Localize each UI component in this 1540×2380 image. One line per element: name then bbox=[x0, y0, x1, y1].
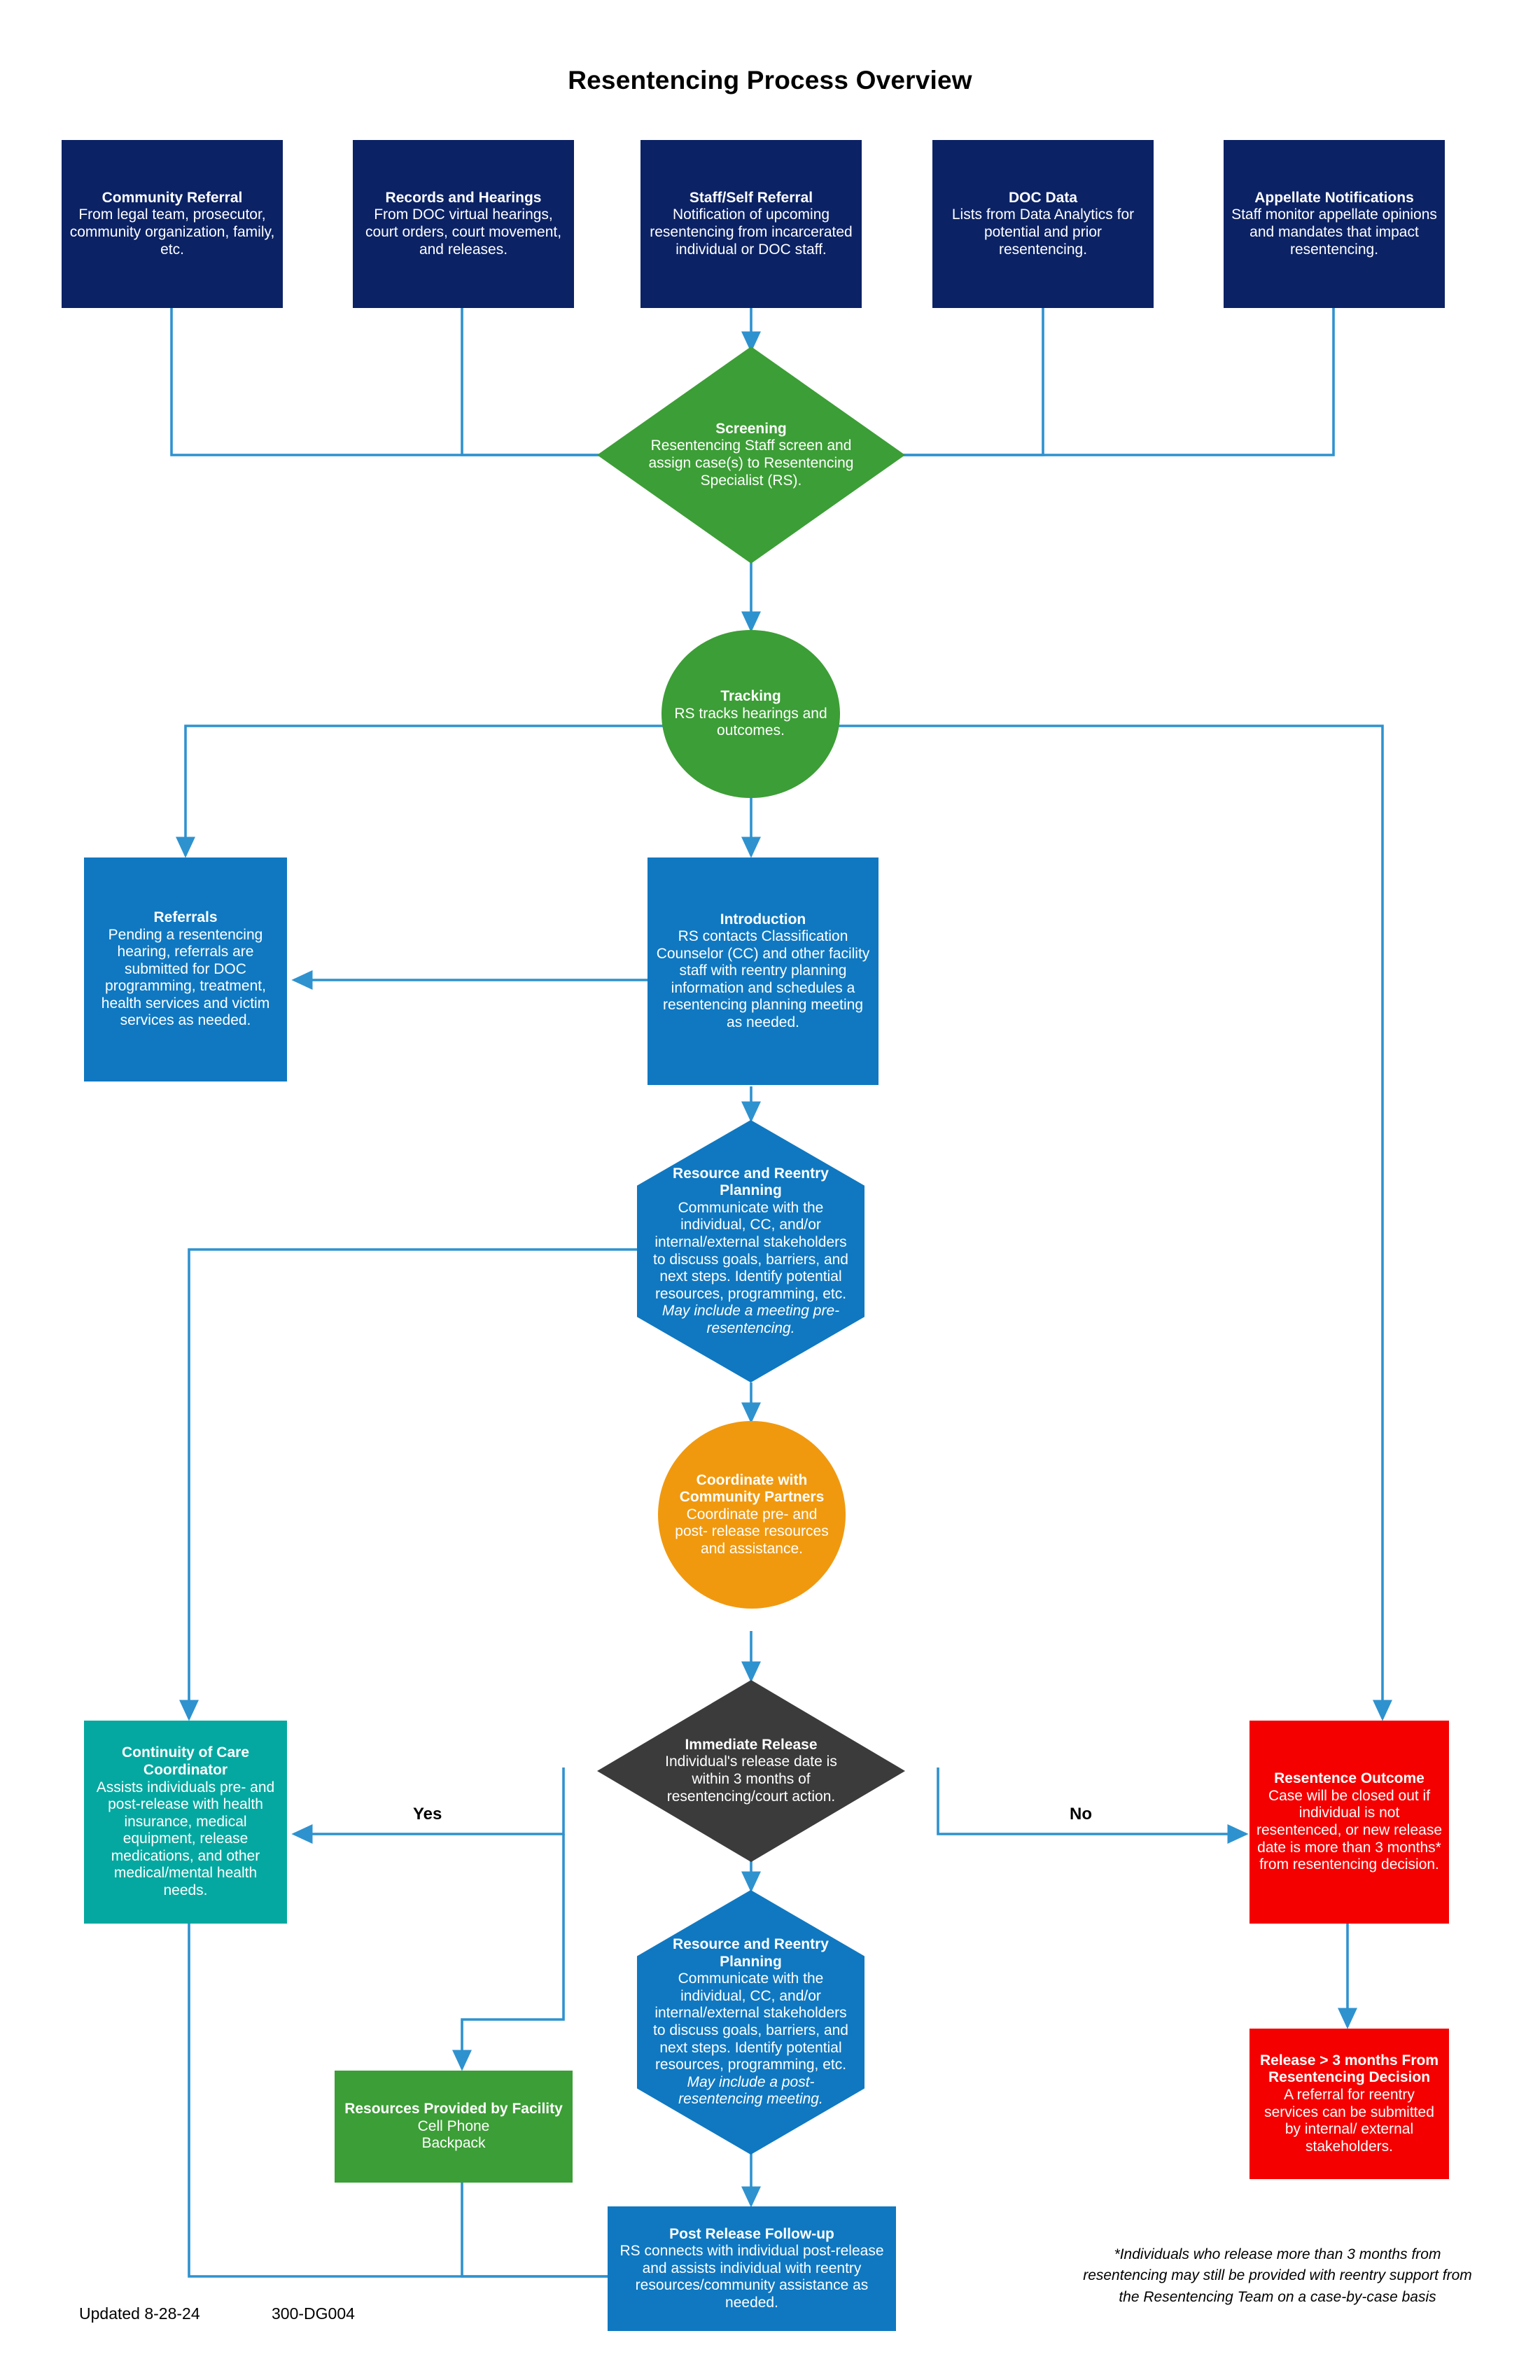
node-body: RS connects with individual post-release… bbox=[620, 2243, 884, 2311]
node-title: Staff/Self Referral bbox=[689, 189, 813, 206]
flowchart-canvas: Resentencing Process Overview Community … bbox=[0, 0, 1540, 2380]
node-resources-provided-by-facility[interactable]: Resources Provided by Facility Cell Phon… bbox=[335, 2071, 573, 2183]
node-community-referral[interactable]: Community Referral From legal team, pros… bbox=[62, 140, 283, 308]
node-title: Release > 3 months From Resentencing Dec… bbox=[1259, 2052, 1438, 2086]
page-title: Resentencing Process Overview bbox=[568, 66, 972, 94]
node-body: From DOC virtual hearings, court orders,… bbox=[365, 206, 562, 258]
node-body: RS contacts Classification Counselor (CC… bbox=[656, 928, 870, 1030]
node-body: A referral for reentry services can be s… bbox=[1264, 2086, 1434, 2155]
node-title: Referrals bbox=[153, 909, 218, 926]
footnote: *Individuals who release more than 3 mon… bbox=[1083, 2246, 1472, 2305]
document-id: 300-DG004 bbox=[272, 2304, 355, 2323]
node-body: Communicate with the individual, CC, and… bbox=[653, 1199, 848, 1336]
node-introduction[interactable]: Introduction RS contacts Classification … bbox=[648, 858, 878, 1085]
node-body-italic: May include a meeting pre-resentencing. bbox=[662, 1303, 840, 1336]
node-body: Communicate with the individual, CC, and… bbox=[653, 1970, 848, 2108]
node-title: Resources Provided by Facility bbox=[344, 2101, 563, 2118]
node-title: Immediate Release bbox=[685, 1736, 818, 1753]
node-body-line1: Cell Phone bbox=[417, 2118, 490, 2134]
node-body: Assists individuals pre- and post-releas… bbox=[96, 1779, 275, 1898]
node-body: Case will be closed out if individual is… bbox=[1256, 1787, 1442, 1873]
node-title: Appellate Notifications bbox=[1254, 189, 1414, 206]
branch-label-yes: Yes bbox=[413, 1805, 442, 1823]
node-title: Records and Hearings bbox=[385, 189, 542, 206]
node-title: Post Release Follow-up bbox=[669, 2225, 834, 2242]
node-title: Continuity of Care Coordinator bbox=[122, 1744, 249, 1779]
node-body: Individual's release date is within 3 mo… bbox=[665, 1754, 837, 1805]
node-title: Tracking bbox=[720, 688, 781, 705]
node-title: Resource and Reentry Planning bbox=[673, 1936, 829, 1970]
node-title: Coordinate with Community Partners bbox=[679, 1471, 825, 1506]
branch-label-no: No bbox=[1070, 1805, 1092, 1823]
node-resentence-outcome[interactable]: Resentence Outcome Case will be closed o… bbox=[1250, 1721, 1449, 1924]
node-body: Coordinate pre- and post- release resour… bbox=[675, 1506, 829, 1557]
node-body: From legal team, prosecutor, community o… bbox=[69, 206, 275, 258]
node-doc-data[interactable]: DOC Data Lists from Data Analytics for p… bbox=[932, 140, 1154, 308]
node-title: Introduction bbox=[720, 911, 806, 927]
node-coordinate-community-partners[interactable]: Coordinate with Community Partners Coord… bbox=[658, 1421, 846, 1609]
node-body: Pending a resentencing hearing, referral… bbox=[101, 926, 270, 1029]
node-title: Resource and Reentry Planning bbox=[673, 1165, 829, 1199]
node-body: Lists from Data Analytics for potential … bbox=[951, 206, 1135, 258]
node-appellate-notifications[interactable]: Appellate Notifications Staff monitor ap… bbox=[1224, 140, 1445, 308]
node-title: DOC Data bbox=[1008, 189, 1078, 206]
node-body-line2: Backpack bbox=[421, 2135, 486, 2152]
node-post-release-follow-up[interactable]: Post Release Follow-up RS connects with … bbox=[608, 2206, 896, 2331]
node-title: Community Referral bbox=[102, 189, 243, 206]
node-body: Notification of upcoming resentencing fr… bbox=[650, 206, 853, 258]
node-staff-self-referral[interactable]: Staff/Self Referral Notification of upco… bbox=[640, 140, 862, 308]
node-title: Resentence Outcome bbox=[1274, 1770, 1424, 1787]
node-continuity-of-care-coordinator[interactable]: Continuity of Care Coordinator Assists i… bbox=[84, 1721, 287, 1924]
node-body: Resentencing Staff screen and assign cas… bbox=[648, 438, 854, 489]
updated-date: Updated 8-28-24 bbox=[79, 2304, 200, 2323]
node-referrals[interactable]: Referrals Pending a resentencing hearing… bbox=[84, 858, 287, 1082]
node-body-italic: May include a post-resentencing meeting. bbox=[678, 2073, 823, 2108]
node-body: Staff monitor appellate opinions and man… bbox=[1231, 206, 1437, 258]
node-records-and-hearings[interactable]: Records and Hearings From DOC virtual he… bbox=[353, 140, 574, 308]
node-body: RS tracks hearings and outcomes. bbox=[674, 705, 827, 739]
node-tracking[interactable]: Tracking RS tracks hearings and outcomes… bbox=[662, 630, 840, 798]
node-release-over-3-months[interactable]: Release > 3 months From Resentencing Dec… bbox=[1250, 2029, 1449, 2179]
node-title: Screening bbox=[715, 420, 787, 437]
